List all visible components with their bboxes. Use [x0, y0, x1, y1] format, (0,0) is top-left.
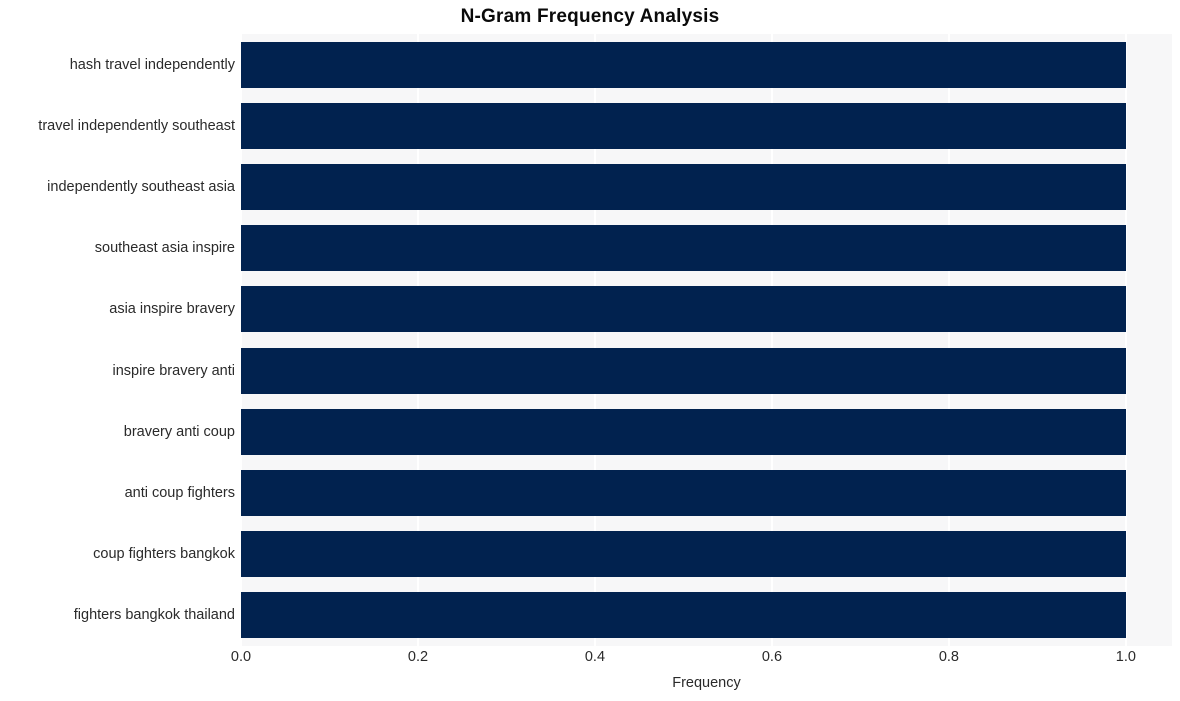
bar[interactable]	[241, 286, 1126, 333]
x-axis-tick-label: 0.4	[584, 649, 606, 665]
bar-row	[241, 156, 1172, 217]
x-axis-title: Frequency	[672, 675, 741, 691]
x-axis-tick-label: 0.8	[938, 649, 959, 665]
x-axis-tick-label: 0.2	[407, 649, 429, 665]
bar[interactable]	[241, 102, 1126, 149]
bar-row	[241, 585, 1172, 646]
y-axis-tick-label: anti coup fighters	[124, 484, 235, 501]
bar-row	[241, 401, 1172, 462]
bar-row	[241, 218, 1172, 279]
chart-title: N-Gram Frequency Analysis	[460, 6, 720, 27]
bar-row	[241, 462, 1172, 523]
bar-row	[241, 95, 1172, 156]
y-axis-tick-label: travel independently southeast	[38, 117, 235, 134]
bar[interactable]	[241, 163, 1126, 210]
y-axis-tick-label: fighters bangkok thailand	[73, 607, 235, 624]
y-axis-tick-label: southeast asia inspire	[94, 240, 235, 257]
bar-row	[241, 279, 1172, 340]
x-axis-tick-label: 0.6	[761, 649, 783, 665]
bar-row	[241, 524, 1172, 585]
x-axis-tick-label: 1.0	[1115, 649, 1136, 665]
y-axis-tick-label: independently southeast asia	[47, 178, 235, 195]
y-axis-tick-label: asia inspire bravery	[109, 301, 235, 318]
bar-row	[241, 34, 1172, 95]
y-axis-tick-label: bravery anti coup	[123, 423, 235, 440]
bar[interactable]	[241, 225, 1126, 272]
plot-area	[241, 34, 1172, 646]
bar[interactable]	[241, 592, 1126, 639]
y-axis-tick-label: inspire bravery anti	[112, 362, 236, 379]
chart-figure: N-Gram Frequency Analysis hash travel in…	[0, 0, 1180, 701]
bar-series	[241, 34, 1172, 646]
bar[interactable]	[241, 531, 1126, 578]
y-axis-tick-labels: hash travel independently travel independ…	[0, 34, 235, 646]
bar[interactable]	[241, 469, 1126, 516]
bar[interactable]	[241, 347, 1126, 394]
bar[interactable]	[241, 41, 1126, 88]
bar-row	[241, 340, 1172, 401]
y-axis-tick-label: hash travel independently	[69, 56, 235, 73]
x-axis-tick-label: 0.0	[230, 649, 252, 665]
x-axis-tick-labels: 0.0 0.2 0.4 0.6 0.8 1.0	[231, 649, 1172, 669]
y-axis-tick-label: coup fighters bangkok	[93, 546, 235, 563]
bar[interactable]	[241, 408, 1126, 455]
